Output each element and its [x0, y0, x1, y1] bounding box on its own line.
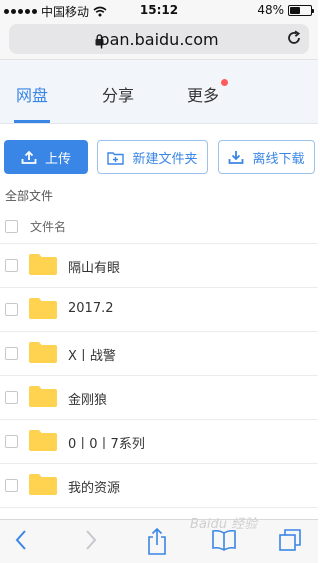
new-folder-label: 新建文件夹: [132, 151, 198, 167]
file-name: 我的资源: [68, 481, 121, 496]
row-checkbox[interactable]: [5, 435, 18, 448]
folder-icon: [29, 430, 57, 451]
upload-label: 上传: [44, 151, 71, 167]
tab-netdisk[interactable]: 网盘: [16, 82, 48, 106]
file-name: X丨战警: [68, 349, 116, 364]
row-checkbox[interactable]: [5, 347, 18, 360]
browser-address-area: pan.baidu.com: [0, 20, 318, 60]
upload-button[interactable]: 上传: [4, 140, 88, 174]
list-item[interactable]: 隔山有眼: [0, 244, 318, 288]
battery-percent: 48%: [257, 3, 284, 17]
reload-icon[interactable]: [285, 29, 303, 47]
address-bar[interactable]: pan.baidu.com: [9, 24, 309, 54]
tabs-icon[interactable]: [278, 528, 302, 552]
tab-share[interactable]: 分享: [102, 82, 134, 106]
new-folder-button[interactable]: 新建文件夹: [97, 140, 208, 174]
notification-dot: [221, 79, 228, 86]
file-name: 隔山有眼: [68, 261, 121, 276]
row-checkbox[interactable]: [5, 391, 18, 404]
file-name: 金刚狼: [68, 393, 108, 408]
status-bar: 中国移动 15:12 48%: [0, 0, 318, 20]
new-folder-icon: [107, 151, 125, 165]
folder-icon: [29, 254, 57, 275]
folder-icon: [29, 342, 57, 363]
active-tab-indicator: [14, 120, 50, 123]
list-item[interactable]: X丨战警: [0, 332, 318, 376]
url-text: pan.baidu.com: [99, 30, 219, 49]
folder-icon: [29, 298, 57, 319]
battery-icon: [288, 4, 314, 16]
offline-download-label: 离线下载: [252, 151, 305, 167]
folder-icon: [29, 474, 57, 495]
row-checkbox[interactable]: [5, 259, 18, 272]
list-item[interactable]: 金刚狼: [0, 376, 318, 420]
list-item[interactable]: 2017.2: [0, 288, 318, 332]
tab-bar: 网盘 分享 更多: [0, 60, 318, 124]
watermark: Baidu 经验: [190, 517, 258, 532]
file-list-header: 文件名: [0, 208, 318, 244]
row-checkbox[interactable]: [5, 303, 18, 316]
filename-column-header: 文件名: [30, 220, 67, 234]
download-icon: [229, 150, 244, 164]
list-item[interactable]: 0丨0丨7系列: [0, 420, 318, 464]
tab-more[interactable]: 更多: [187, 82, 219, 106]
section-title: 全部文件: [5, 189, 54, 203]
file-name: 2017.2: [68, 301, 114, 316]
select-all-checkbox[interactable]: [5, 220, 18, 233]
action-toolbar: 上传 新建文件夹 离线下载: [0, 124, 318, 178]
share-icon[interactable]: [146, 528, 168, 556]
back-icon[interactable]: [14, 528, 28, 552]
browser-bottom-toolbar: [0, 519, 318, 563]
offline-download-button[interactable]: 离线下载: [218, 140, 315, 174]
upload-icon: [21, 150, 37, 164]
list-item[interactable]: 我的资源: [0, 464, 318, 508]
forward-icon[interactable]: [84, 528, 98, 552]
file-name: 0丨0丨7系列: [68, 437, 145, 452]
folder-icon: [29, 386, 57, 407]
row-checkbox[interactable]: [5, 479, 18, 492]
